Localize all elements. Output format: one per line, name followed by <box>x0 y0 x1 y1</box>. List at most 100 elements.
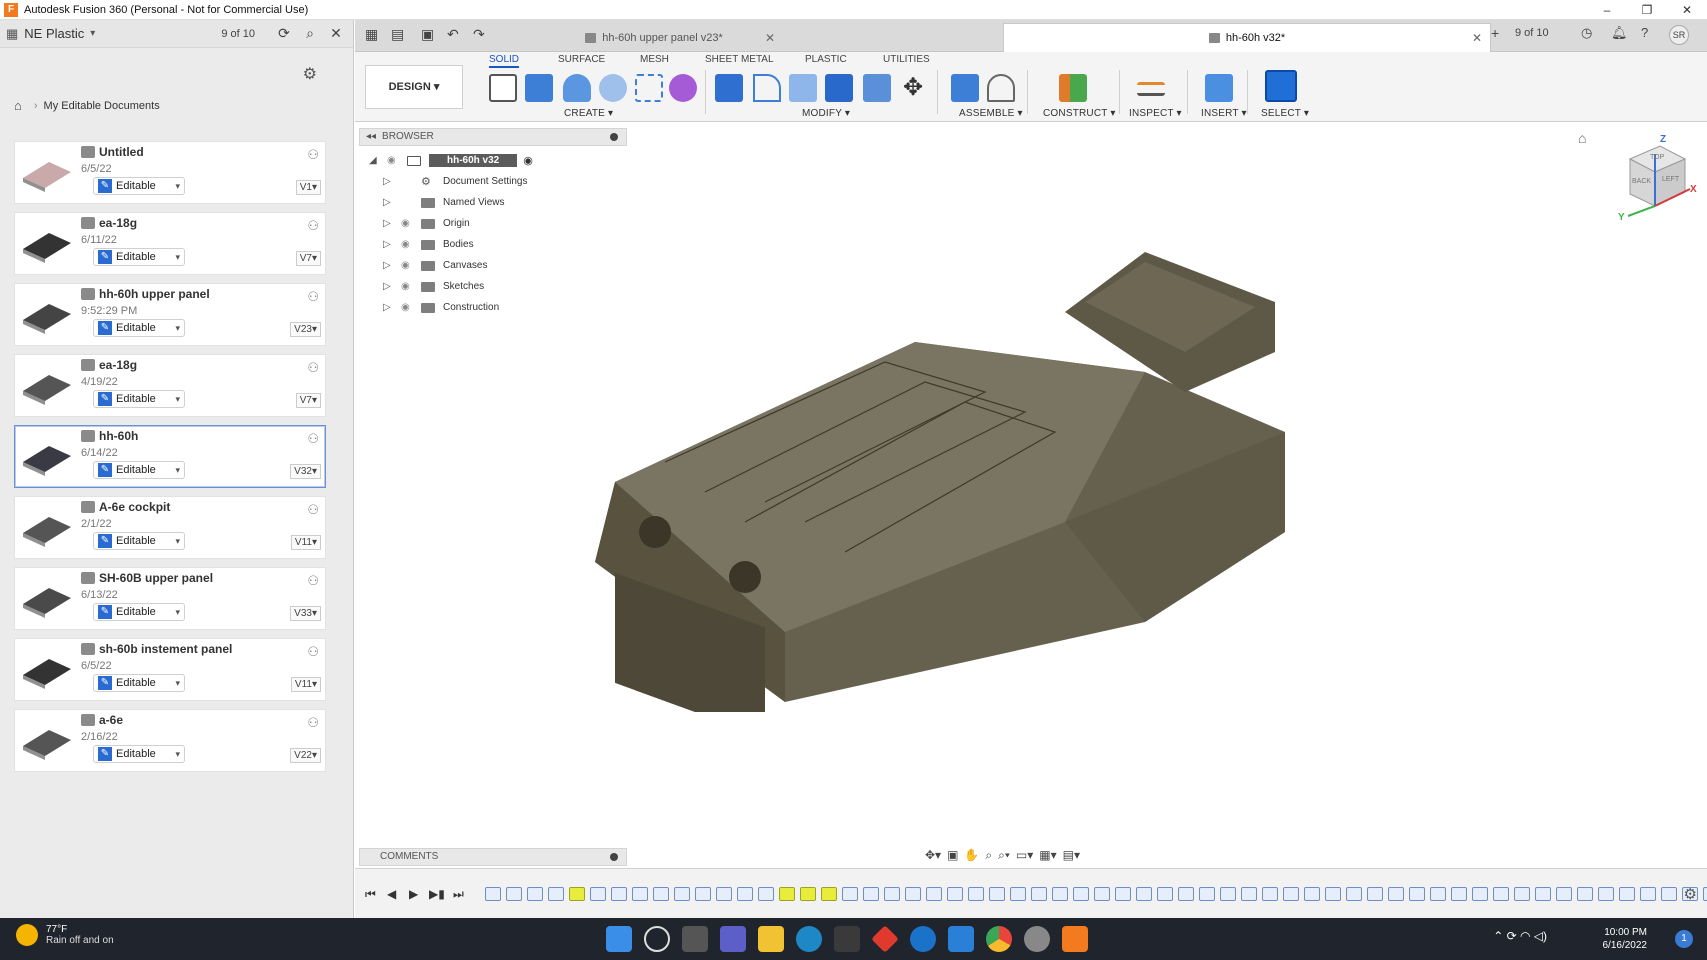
timeline-feature-icon[interactable] <box>485 887 501 901</box>
version-badge[interactable]: V22▾ <box>290 748 321 763</box>
settings-gear-icon[interactable]: ⚙ <box>303 64 317 84</box>
timeline-feature-icon[interactable] <box>1178 887 1194 901</box>
insert-image-icon[interactable] <box>1205 74 1233 102</box>
joint-icon[interactable] <box>987 74 1015 102</box>
timeline-feature-icon[interactable] <box>1703 887 1707 901</box>
version-badge[interactable]: V1▾ <box>295 180 321 195</box>
timeline-feature-icon[interactable] <box>1619 887 1635 901</box>
timeline-feature-icon[interactable] <box>1535 887 1551 901</box>
timeline-feature-icon[interactable] <box>1157 887 1173 901</box>
timeline-feature-icon[interactable] <box>632 887 648 901</box>
version-badge[interactable]: V7▾ <box>295 393 321 408</box>
editable-dropdown[interactable]: ✎ Editable ▾ <box>93 674 185 692</box>
editable-dropdown[interactable]: ✎ Editable ▾ <box>93 461 185 479</box>
version-badge[interactable]: V11▾ <box>290 677 321 692</box>
share-people-icon[interactable]: ⚇ <box>307 360 319 376</box>
timeline-feature-icon[interactable] <box>1283 887 1299 901</box>
document-card[interactable]: Untitled 6/5/22 ✎ Editable ▾ ⚇ V1▾ <box>14 141 326 204</box>
visibility-eye-icon[interactable]: ◉ <box>401 302 417 313</box>
new-component-icon[interactable] <box>951 74 979 102</box>
task-view-icon[interactable] <box>682 926 708 952</box>
timeline-feature-icon[interactable] <box>1514 887 1530 901</box>
editable-dropdown[interactable]: ✎ Editable ▾ <box>93 319 185 337</box>
pin-icon[interactable] <box>610 133 618 141</box>
document-thumbnail[interactable] <box>19 432 75 482</box>
timeline-feature-icon[interactable] <box>989 887 1005 901</box>
visibility-eye-icon[interactable]: ◉ <box>401 281 417 292</box>
document-thumbnail[interactable] <box>19 716 75 766</box>
timeline-feature-icon[interactable] <box>968 887 984 901</box>
expand-triangle-icon[interactable]: ▷ <box>383 218 397 229</box>
visibility-eye-icon[interactable]: ◉ <box>401 218 417 229</box>
job-status-count[interactable]: 9 of 10 <box>221 28 255 40</box>
timeline-feature-icon[interactable] <box>1388 887 1404 901</box>
timeline-feature-icon[interactable] <box>1262 887 1278 901</box>
document-name[interactable]: a-6e <box>99 713 123 727</box>
orbit-icon[interactable]: ✥▾ <box>925 848 941 863</box>
document-thumbnail[interactable] <box>19 219 75 269</box>
timeline-feature-icon[interactable] <box>1031 887 1047 901</box>
document-card[interactable]: sh-60b instement panel 6/5/22 ✎ Editable ▾ ⚇ V… <box>14 638 326 701</box>
timeline-start-icon[interactable]: ⏮ <box>365 887 376 902</box>
workspace-switcher[interactable]: DESIGN ▾ <box>365 65 463 109</box>
timeline-feature-icon[interactable] <box>800 887 816 901</box>
clock-time[interactable]: 10:00 PM <box>1603 926 1647 939</box>
document-name[interactable]: A-6e cockpit <box>99 500 170 514</box>
timeline-feature-icon[interactable] <box>653 887 669 901</box>
minimize-button[interactable]: – <box>1587 0 1627 20</box>
help-app-icon[interactable] <box>910 926 936 952</box>
create-form-icon[interactable] <box>669 74 697 102</box>
close-tab-icon[interactable]: ✕ <box>765 31 775 45</box>
document-thumbnail[interactable] <box>19 361 75 411</box>
timeline-feature-icon[interactable] <box>1199 887 1215 901</box>
look-at-icon[interactable]: ▣ <box>947 848 958 863</box>
notifications-bell-icon[interactable]: 🔔︎ <box>1611 25 1628 41</box>
timeline-feature-icon[interactable] <box>926 887 942 901</box>
timeline-feature-icon[interactable] <box>1640 887 1656 901</box>
file-explorer-icon[interactable] <box>758 926 784 952</box>
new-tab-icon[interactable]: + <box>1491 25 1499 41</box>
view-cube-left[interactable]: LEFT <box>1662 176 1679 183</box>
weather-widget[interactable]: 77°F Rain off and on <box>16 924 114 946</box>
document-name[interactable]: Untitled <box>99 145 144 159</box>
timeline-feature-icon[interactable] <box>674 887 690 901</box>
split-body-icon[interactable] <box>863 74 891 102</box>
timeline-feature-icon[interactable] <box>1556 887 1572 901</box>
add-comment-icon[interactable] <box>610 853 618 861</box>
document-thumbnail[interactable] <box>19 148 75 198</box>
timeline-feature-icon[interactable] <box>842 887 858 901</box>
share-people-icon[interactable]: ⚇ <box>307 431 319 447</box>
timeline-feature-icon[interactable] <box>884 887 900 901</box>
3d-model-hh-60h[interactable] <box>585 232 1345 712</box>
timeline-feature-icon[interactable] <box>863 887 879 901</box>
editable-dropdown[interactable]: ✎ Editable ▾ <box>93 390 185 408</box>
document-name[interactable]: hh-60h upper panel <box>99 287 210 301</box>
document-card[interactable]: ea-18g 6/11/22 ✎ Editable ▾ ⚇ V7▾ <box>14 212 326 275</box>
browser-panel-header[interactable]: ◂◂ BROWSER <box>359 128 627 146</box>
hole-icon[interactable] <box>599 74 627 102</box>
measure-icon[interactable] <box>1137 82 1165 96</box>
timeline-feature-icon[interactable] <box>1073 887 1089 901</box>
apps-grid-icon[interactable]: ▦ <box>365 26 378 43</box>
document-name[interactable]: SH-60B upper panel <box>99 571 213 585</box>
extrude-icon[interactable] <box>525 74 553 102</box>
expand-triangle-icon[interactable]: ▷ <box>383 176 397 187</box>
expand-triangle-icon[interactable]: ▷ <box>383 302 397 313</box>
tab-hh-60h[interactable]: hh-60h v32* ✕ <box>1003 23 1491 52</box>
file-menu-icon[interactable]: ▤ <box>391 26 404 43</box>
view-cube[interactable]: TOP BACK LEFT Z Y X ⌂ <box>1578 130 1700 227</box>
document-card[interactable]: SH-60B upper panel 6/13/22 ✎ Editable ▾ ⚇ V33▾ <box>14 567 326 630</box>
share-people-icon[interactable]: ⚇ <box>307 289 319 305</box>
timeline-feature-icon[interactable] <box>695 887 711 901</box>
timeline-feature-icon[interactable] <box>548 887 564 901</box>
breadcrumb-folder[interactable]: My Editable Documents <box>44 100 160 112</box>
share-people-icon[interactable]: ⚇ <box>307 715 319 731</box>
insert-menu[interactable]: INSERT ▾ <box>1201 108 1247 119</box>
share-people-icon[interactable]: ⚇ <box>307 502 319 518</box>
close-icon[interactable]: ✕ <box>325 25 347 42</box>
maximize-button[interactable]: ❐ <box>1627 0 1667 20</box>
expand-triangle-icon[interactable]: ▷ <box>383 260 397 271</box>
timeline-feature-icon[interactable] <box>611 887 627 901</box>
timeline-feature-icon[interactable] <box>1598 887 1614 901</box>
timeline-end-icon[interactable]: ⏭ <box>453 887 464 902</box>
